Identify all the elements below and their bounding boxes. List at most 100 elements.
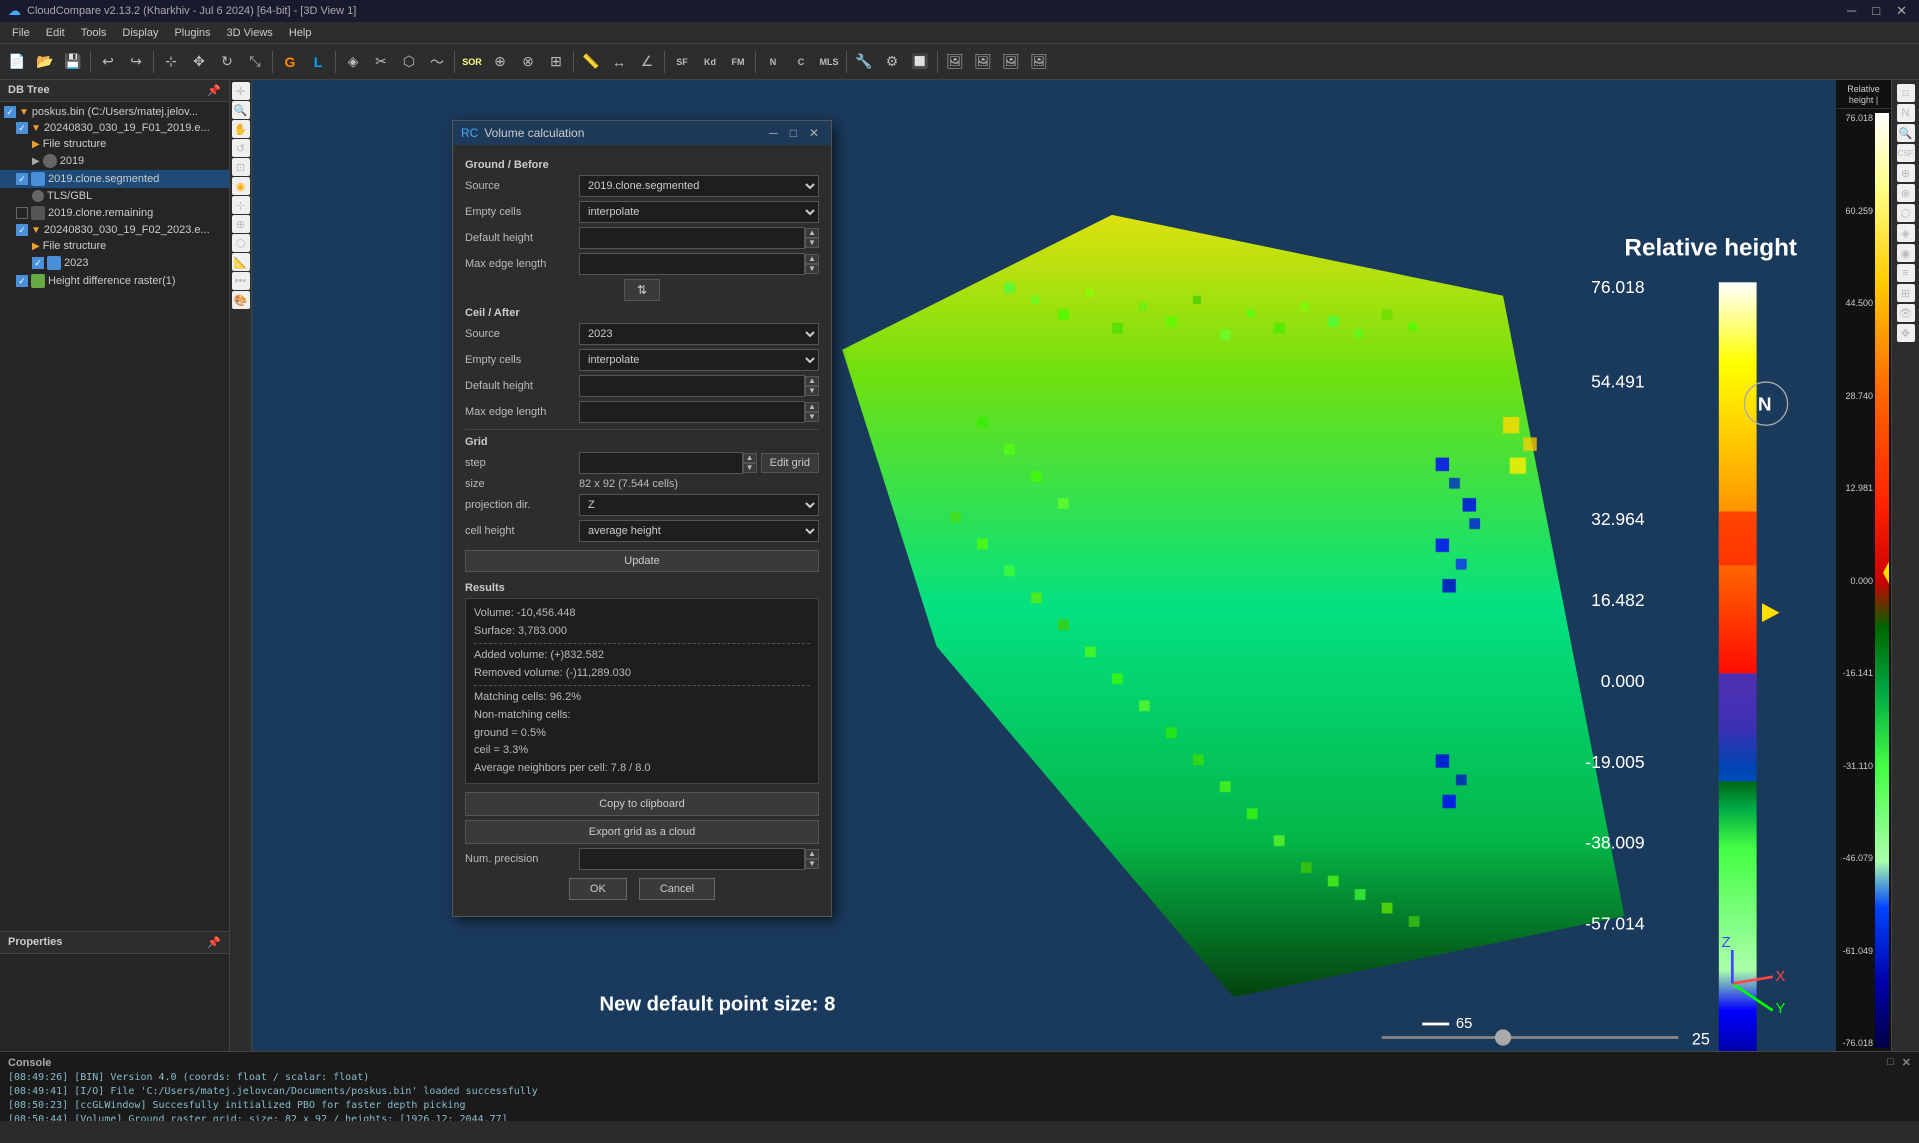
vtb-rotate3d[interactable]: ↺ — [232, 139, 250, 157]
console-close[interactable]: ✕ — [1902, 1056, 1911, 1069]
num-precision-up[interactable]: ▲ — [805, 849, 819, 859]
tb-distance[interactable]: ↔ — [606, 49, 632, 75]
checkbox-poskus[interactable]: ✓ — [4, 106, 16, 118]
menu-file[interactable]: File — [4, 25, 38, 41]
ok-button[interactable]: OK — [569, 878, 627, 900]
3d-view[interactable]: Relative height 76.018 54.491 32.964 16.… — [252, 80, 1891, 1051]
tb-select[interactable]: ⊹ — [158, 49, 184, 75]
vtb-zoom[interactable]: 🔍 — [232, 101, 250, 119]
swap-button[interactable]: ⇅ — [624, 279, 660, 301]
ceil-defheight-up[interactable]: ▲ — [805, 376, 819, 386]
ceil-defheight-down[interactable]: ▼ — [805, 386, 819, 396]
ground-empty-select[interactable]: interpolate — [579, 201, 819, 223]
rtb-extra5[interactable]: ◉ — [1897, 244, 1915, 262]
grid-cellheight-select[interactable]: average height — [579, 520, 819, 542]
tb-img2[interactable]: 🖼 — [970, 49, 996, 75]
update-button[interactable]: Update — [465, 550, 819, 572]
copy-clipboard-button[interactable]: Copy to clipboard — [465, 792, 819, 816]
vtb-meas[interactable]: 📐 — [232, 253, 250, 271]
ground-maxedge-up[interactable]: ▲ — [805, 254, 819, 264]
vtb-seg[interactable]: ⬡ — [232, 234, 250, 252]
rtb-extra4[interactable]: ◈ — [1897, 224, 1915, 242]
ground-source-select[interactable]: 2019.clone.segmented — [579, 175, 819, 197]
ceil-maxedge-up[interactable]: ▲ — [805, 402, 819, 412]
tb-polyline[interactable]: 〜 — [424, 49, 450, 75]
tb-icp[interactable]: ⊞ — [543, 49, 569, 75]
vtb-extra[interactable]: ⊹ — [232, 196, 250, 214]
dialog-minimize[interactable]: ─ — [765, 126, 782, 140]
num-precision-down[interactable]: ▼ — [805, 859, 819, 869]
rtb-filter[interactable]: ⊡ — [1897, 84, 1915, 102]
minimize-btn[interactable]: ─ — [1843, 3, 1860, 19]
tree-item-raster[interactable]: ✓ Height difference raster(1) — [0, 272, 229, 290]
dialog-maximize[interactable]: □ — [786, 126, 801, 140]
tb-segment[interactable]: ⬡ — [396, 49, 422, 75]
console-expand[interactable]: □ — [1887, 1056, 1894, 1069]
rtb-north[interactable]: N — [1897, 104, 1915, 122]
tree-item-poskus[interactable]: ✓ ▼ poskus.bin (C:/Users/matej.jelov... — [0, 104, 229, 120]
tb-img3[interactable]: 🖼 — [998, 49, 1024, 75]
tb-extra3[interactable]: 🔲 — [907, 49, 933, 75]
tb-register[interactable]: ⊗ — [515, 49, 541, 75]
tree-item-2023[interactable]: ✓ 2023 — [0, 254, 229, 272]
rtb-mag[interactable]: 🔍 — [1897, 124, 1915, 142]
rtb-extra1[interactable]: ⊕ — [1897, 164, 1915, 182]
tb-save[interactable]: 💾 — [60, 49, 86, 75]
ceil-empty-select[interactable]: interpolate — [579, 349, 819, 371]
tree-item-2019[interactable]: ▶ 2019 — [0, 152, 229, 170]
tb-open[interactable]: 📂 — [32, 49, 58, 75]
menu-help[interactable]: Help — [281, 25, 320, 41]
checkbox-raster[interactable]: ✓ — [16, 275, 28, 287]
tb-sample[interactable]: ◈ — [340, 49, 366, 75]
vtb-pick[interactable]: ⊕ — [232, 215, 250, 233]
checkbox-f02[interactable]: ✓ — [16, 224, 28, 236]
rtb-extra6[interactable]: ⊞ — [1897, 284, 1915, 302]
tree-item-f01[interactable]: ✓ ▼ 20240830_030_19_F01_2019.e... — [0, 120, 229, 136]
ground-defheight-down[interactable]: ▼ — [805, 238, 819, 248]
ceil-defheight-input[interactable]: 0.000000 — [579, 375, 805, 397]
grid-step-input[interactable]: 1.000000 — [579, 452, 743, 474]
tb-angles[interactable]: ∠ — [634, 49, 660, 75]
tb-img1[interactable]: 🖼 — [942, 49, 968, 75]
tree-item-f02[interactable]: ✓ ▼ 20240830_030_19_F02_2023.e... — [0, 222, 229, 238]
rtb-layers[interactable]: ≡ — [1897, 264, 1915, 282]
rtb-extra8[interactable]: ✥ — [1897, 324, 1915, 342]
checkbox-remaining[interactable] — [16, 207, 28, 219]
tb-extra1[interactable]: 🔧 — [851, 49, 877, 75]
checkbox-f01[interactable]: ✓ — [16, 122, 28, 134]
rtb-csf[interactable]: CSF — [1897, 144, 1915, 162]
tb-mls[interactable]: MLS — [816, 49, 842, 75]
ground-maxedge-down[interactable]: ▼ — [805, 264, 819, 274]
export-grid-button[interactable]: Export grid as a cloud — [465, 820, 819, 844]
menu-3dviews[interactable]: 3D Views — [219, 25, 281, 41]
menu-edit[interactable]: Edit — [38, 25, 73, 41]
ceil-maxedge-down[interactable]: ▼ — [805, 412, 819, 422]
tb-scale[interactable]: ⤡ — [242, 49, 268, 75]
tb-fm[interactable]: FM — [725, 49, 751, 75]
tb-img4[interactable]: 🖼 — [1026, 49, 1052, 75]
tb-extra2[interactable]: ⚙ — [879, 49, 905, 75]
checkbox-segmented[interactable]: ✓ — [16, 173, 28, 185]
ceil-maxedge-input[interactable]: 0.000000 — [579, 401, 805, 423]
tb-local[interactable]: L — [305, 49, 331, 75]
vtb-label[interactable]: ◉ — [232, 177, 250, 195]
ground-defheight-input[interactable]: 0.000000 — [579, 227, 805, 249]
num-precision-input[interactable]: 3 — [579, 848, 805, 870]
rtb-extra3[interactable]: ⬡ — [1897, 204, 1915, 222]
rtb-extra2[interactable]: ⊗ — [1897, 184, 1915, 202]
grid-step-down[interactable]: ▼ — [743, 463, 757, 473]
tb-rotate[interactable]: ↻ — [214, 49, 240, 75]
tree-item-remaining[interactable]: 2019.clone.remaining — [0, 204, 229, 222]
tb-global[interactable]: G — [277, 49, 303, 75]
dialog-close[interactable]: ✕ — [805, 126, 823, 140]
ground-defheight-up[interactable]: ▲ — [805, 228, 819, 238]
menu-plugins[interactable]: Plugins — [166, 25, 218, 41]
tb-new[interactable]: 📄 — [4, 49, 30, 75]
tb-measure[interactable]: 📏 — [578, 49, 604, 75]
grid-step-up[interactable]: ▲ — [743, 453, 757, 463]
ground-maxedge-input[interactable]: 0.000000 — [579, 253, 805, 275]
tb-sor[interactable]: SOR — [459, 49, 485, 75]
tb-translate[interactable]: ✥ — [186, 49, 212, 75]
maximize-btn[interactable]: □ — [1868, 3, 1884, 19]
ceil-source-select[interactable]: 2023 — [579, 323, 819, 345]
